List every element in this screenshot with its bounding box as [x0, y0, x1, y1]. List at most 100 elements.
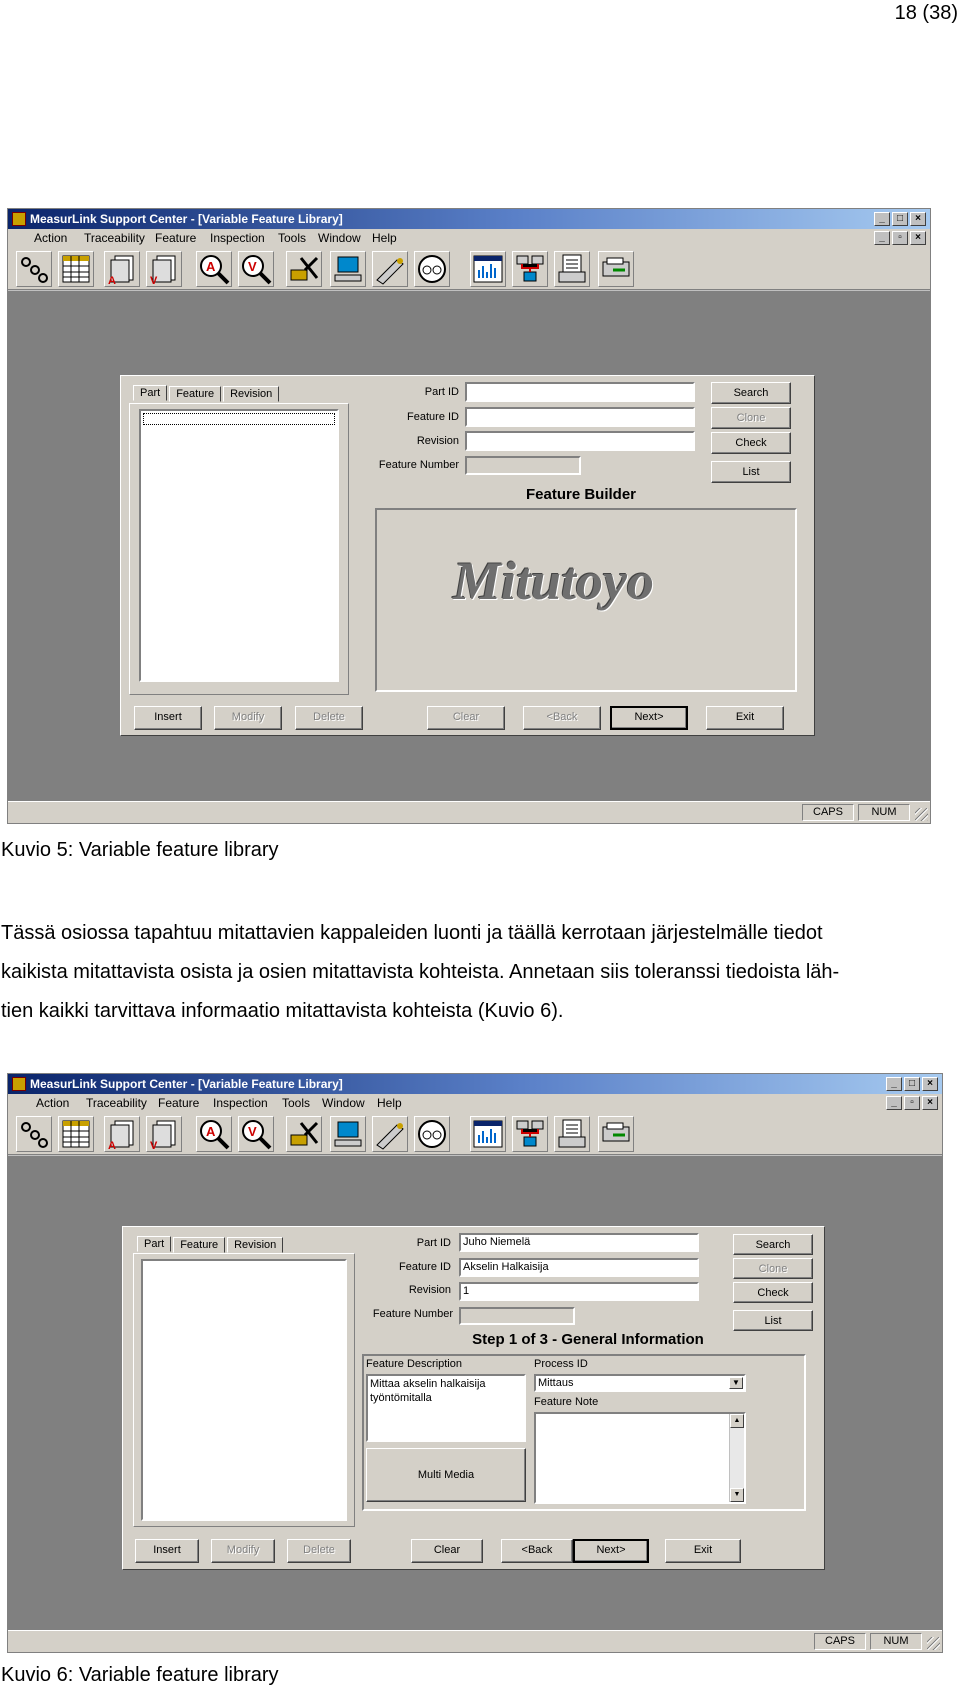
modify-button[interactable]: Modify [211, 1539, 275, 1563]
dial-icon[interactable] [414, 1116, 450, 1152]
network-icon[interactable] [512, 1116, 548, 1152]
connect-icon[interactable] [16, 1116, 52, 1152]
search-button[interactable]: Search [711, 382, 791, 404]
tab-revision[interactable]: Revision [223, 386, 280, 402]
process-id-select[interactable]: Mittaus ▼ [534, 1374, 746, 1392]
menu-window[interactable]: Window [322, 1094, 365, 1113]
variable-icon[interactable]: V [146, 251, 182, 287]
multi-media-button[interactable]: Multi Media [366, 1448, 526, 1502]
clone-button[interactable]: Clone [711, 407, 791, 429]
menu-inspection[interactable]: Inspection [210, 229, 265, 248]
close-button[interactable]: × [922, 1077, 938, 1091]
network-icon[interactable] [512, 251, 548, 287]
feature-note-scrollbar[interactable]: ▲ ▼ [729, 1414, 744, 1502]
dial-icon[interactable] [414, 251, 450, 287]
part-id-input[interactable] [465, 382, 695, 402]
clear-button[interactable]: Clear [411, 1539, 483, 1563]
computer-icon[interactable] [330, 1116, 366, 1152]
menu-action[interactable]: Action [34, 229, 67, 248]
feature-id-input[interactable] [465, 407, 695, 427]
menu-tools[interactable]: Tools [282, 1094, 310, 1113]
menu-window[interactable]: Window [318, 229, 361, 248]
tools-icon[interactable] [286, 1116, 322, 1152]
mdi-restore-button[interactable]: ▫ [904, 1096, 920, 1110]
mdi-minimize-button[interactable]: _ [874, 231, 890, 245]
attribute-icon[interactable]: A [104, 1116, 140, 1152]
variable-icon[interactable]: V [146, 1116, 182, 1152]
menu-inspection[interactable]: Inspection [213, 1094, 268, 1113]
back-button[interactable]: <Back [501, 1539, 573, 1563]
chart-icon[interactable] [470, 251, 506, 287]
table-icon[interactable] [58, 251, 94, 287]
report-icon[interactable] [554, 251, 590, 287]
tab-part[interactable]: Part [137, 1236, 172, 1252]
list-button[interactable]: List [733, 1310, 813, 1331]
resize-grip[interactable] [927, 1637, 940, 1650]
menu-feature[interactable]: Feature [155, 229, 196, 248]
delete-button[interactable]: Delete [287, 1539, 351, 1563]
export-icon[interactable] [598, 251, 634, 287]
inspect-variable-icon[interactable]: V [238, 1116, 274, 1152]
tab-part[interactable]: Part [133, 385, 168, 401]
inspect-variable-icon[interactable]: V [238, 251, 274, 287]
gauge-probe-icon[interactable] [372, 1116, 408, 1152]
next-button[interactable]: Next> [573, 1539, 649, 1563]
mdi-restore-button[interactable]: ▫ [892, 231, 908, 245]
feature-id-input[interactable]: Akselin Halkaisija [459, 1258, 699, 1277]
menu-action[interactable]: Action [36, 1094, 69, 1113]
tab-feature[interactable]: Feature [169, 386, 222, 402]
resize-grip[interactable] [915, 808, 928, 821]
minimize-button[interactable]: _ [874, 212, 890, 226]
connect-icon[interactable] [16, 251, 52, 287]
part-id-input[interactable]: Juho Niemelä [459, 1233, 699, 1252]
inspect-attribute-icon[interactable]: A [196, 251, 232, 287]
part-list[interactable] [141, 1259, 347, 1521]
mdi-close-button[interactable]: × [910, 231, 926, 245]
revision-input[interactable]: 1 [459, 1282, 699, 1301]
check-button[interactable]: Check [733, 1282, 813, 1303]
computer-icon[interactable] [330, 251, 366, 287]
scroll-up-icon[interactable]: ▲ [730, 1414, 744, 1428]
menu-tools[interactable]: Tools [278, 229, 306, 248]
modify-button[interactable]: Modify [214, 706, 282, 730]
insert-button[interactable]: Insert [135, 1539, 199, 1563]
chevron-down-icon[interactable]: ▼ [729, 1377, 743, 1389]
maximize-button[interactable]: □ [904, 1077, 920, 1091]
exit-button[interactable]: Exit [665, 1539, 741, 1563]
attribute-icon[interactable]: A [104, 251, 140, 287]
feature-note-input[interactable]: ▲ ▼ [534, 1412, 746, 1504]
menu-traceability[interactable]: Traceability [84, 229, 145, 248]
report-icon[interactable] [554, 1116, 590, 1152]
gauge-probe-icon[interactable] [372, 251, 408, 287]
tab-revision[interactable]: Revision [227, 1237, 284, 1253]
delete-button[interactable]: Delete [295, 706, 363, 730]
tools-icon[interactable] [286, 251, 322, 287]
exit-button[interactable]: Exit [706, 706, 784, 730]
mdi-minimize-button[interactable]: _ [886, 1096, 902, 1110]
feature-description-input[interactable]: Mittaa akselin halkaisija työntömitalla [366, 1374, 526, 1442]
menu-feature[interactable]: Feature [158, 1094, 199, 1113]
list-button[interactable]: List [711, 461, 791, 483]
export-icon[interactable] [598, 1116, 634, 1152]
revision-input[interactable] [465, 431, 695, 451]
tab-feature[interactable]: Feature [173, 1237, 226, 1253]
search-button[interactable]: Search [733, 1234, 813, 1255]
table-icon[interactable] [58, 1116, 94, 1152]
list-focus-row[interactable] [143, 413, 335, 425]
close-button[interactable]: × [910, 212, 926, 226]
scroll-down-icon[interactable]: ▼ [730, 1488, 744, 1502]
mdi-close-button[interactable]: × [922, 1096, 938, 1110]
maximize-button[interactable]: □ [892, 212, 908, 226]
clear-button[interactable]: Clear [427, 706, 505, 730]
insert-button[interactable]: Insert [134, 706, 202, 730]
menu-help[interactable]: Help [372, 229, 397, 248]
part-list[interactable] [139, 409, 339, 682]
minimize-button[interactable]: _ [886, 1077, 902, 1091]
check-button[interactable]: Check [711, 432, 791, 454]
clone-button[interactable]: Clone [733, 1258, 813, 1279]
inspect-attribute-icon[interactable]: A [196, 1116, 232, 1152]
back-button[interactable]: <Back [523, 706, 601, 730]
menu-help[interactable]: Help [377, 1094, 402, 1113]
menu-traceability[interactable]: Traceability [86, 1094, 147, 1113]
chart-icon[interactable] [470, 1116, 506, 1152]
